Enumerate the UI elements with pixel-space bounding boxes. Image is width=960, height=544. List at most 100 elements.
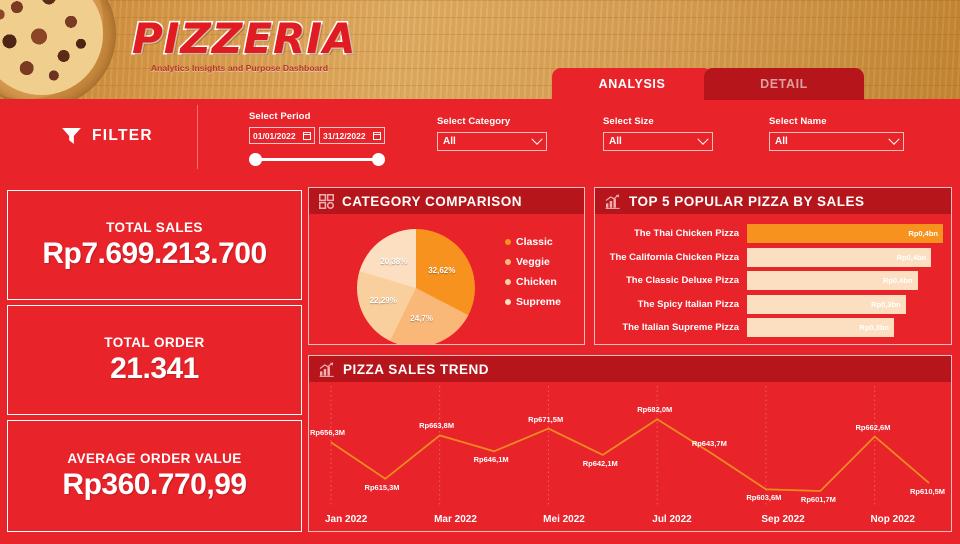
filter-section-label: FILTER bbox=[62, 127, 153, 145]
bar-row[interactable]: The California Chicken Pizza Rp0,4bn bbox=[595, 247, 943, 267]
slider-track bbox=[249, 158, 385, 161]
filter-title: FILTER bbox=[92, 127, 153, 144]
pie-label-chicken: 22,29% bbox=[369, 296, 397, 306]
trend-value-label: Rp671,5M bbox=[528, 414, 564, 424]
bar-value-label: Rp0,4bn bbox=[896, 252, 927, 262]
trend-value-label: Rp615,3M bbox=[364, 482, 400, 492]
slider-handle-start[interactable] bbox=[249, 153, 262, 166]
select-size-group: Select Size All bbox=[603, 116, 713, 151]
bar-row[interactable]: The Italian Supreme Pizza Rp0,3bn bbox=[595, 318, 943, 337]
bar-row[interactable]: The Classic Deluxe Pizza Rp0,4bn bbox=[595, 271, 943, 290]
trend-axis-label: Mar 2022 bbox=[434, 514, 477, 525]
bar-value-label: Rp0,3bn bbox=[859, 323, 889, 332]
calendar-icon[interactable] bbox=[303, 131, 311, 140]
select-name-group: Select Name All bbox=[769, 116, 904, 151]
kpi-average-order-value[interactable]: AVERAGE ORDER VALUE Rp360.770,99 bbox=[7, 420, 302, 532]
bar-category-label: The Italian Supreme Pizza bbox=[622, 322, 739, 333]
bar-category-label: The Spicy Italian Pizza bbox=[637, 298, 739, 310]
bar-row[interactable]: The Thai Chicken Pizza Rp0,4bn bbox=[595, 224, 943, 243]
chevron-down-icon bbox=[531, 133, 543, 145]
pie-chart[interactable] bbox=[357, 229, 475, 344]
trend-value-label: Rp642,1M bbox=[582, 458, 618, 468]
pie-chart-body: 32,62% 24,7% 22,29% 20,38% Classic Veggi… bbox=[309, 214, 584, 344]
bar-category-label: The California Chicken Pizza bbox=[609, 251, 739, 263]
panel-category-comparison: CATEGORY COMPARISON 32,62% 24,7% 22,29% … bbox=[308, 187, 585, 345]
legend-label: Chicken bbox=[516, 276, 557, 288]
logo-title: PIZZERIA bbox=[131, 14, 357, 63]
trend-axis-label: Jan 2022 bbox=[325, 514, 368, 525]
calendar-icon[interactable] bbox=[373, 131, 381, 140]
period-range-slider[interactable] bbox=[249, 153, 385, 166]
select-category-group: Select Category All bbox=[437, 116, 547, 151]
legend-label: Classic bbox=[516, 236, 553, 248]
chevron-down-icon bbox=[697, 133, 709, 145]
name-dropdown[interactable]: All bbox=[769, 132, 904, 151]
trend-value-label: Rp643,7M bbox=[691, 439, 727, 449]
bar-chart-body: The Thai Chicken Pizza Rp0,4bn The Calif… bbox=[595, 214, 951, 344]
panel-title: PIZZA SALES TREND bbox=[343, 361, 490, 377]
bar-value-label: Rp0,4bn bbox=[882, 276, 913, 285]
select-category-label: Select Category bbox=[437, 116, 511, 127]
trend-axis-label: Nop 2022 bbox=[870, 514, 915, 525]
trend-axis-label: Sep 2022 bbox=[761, 514, 805, 525]
trend-axis-label: Jul 2022 bbox=[652, 514, 692, 525]
bar-category-label: The Thai Chicken Pizza bbox=[633, 228, 739, 239]
size-dropdown[interactable]: All bbox=[603, 132, 713, 151]
legend-item[interactable]: Veggie bbox=[505, 256, 561, 268]
trend-value-label: Rp601,7M bbox=[800, 495, 836, 504]
kpi-total-sales[interactable]: TOTAL SALES Rp7.699.213.700 bbox=[7, 190, 302, 300]
kpi-value: 21.341 bbox=[110, 351, 199, 385]
select-size-label: Select Size bbox=[603, 116, 654, 127]
bar-chart-growth-icon bbox=[605, 193, 620, 209]
trend-value-label: Rp656,3M bbox=[310, 428, 346, 438]
legend-swatch-chicken bbox=[505, 279, 511, 285]
bar-fill: Rp0,4bn bbox=[747, 247, 932, 267]
kpi-caption: TOTAL ORDER bbox=[104, 334, 205, 350]
legend-item[interactable]: Chicken bbox=[505, 276, 561, 288]
bar-fill: Rp0,3bn bbox=[747, 294, 906, 314]
kpi-caption: AVERAGE ORDER VALUE bbox=[67, 450, 242, 466]
slider-handle-end[interactable] bbox=[372, 153, 385, 166]
chevron-down-icon bbox=[888, 133, 900, 145]
trend-value-label: Rp610,5M bbox=[910, 487, 946, 497]
select-period-label: Select Period bbox=[249, 111, 311, 122]
end-date-input[interactable]: 31/12/2022 bbox=[319, 127, 385, 144]
legend-label: Supreme bbox=[516, 296, 561, 308]
brand-logo: PIZZERIA Analytics Insights and Purpose … bbox=[131, 14, 357, 73]
size-value: All bbox=[609, 136, 622, 147]
legend-item[interactable]: Supreme bbox=[505, 296, 561, 308]
category-dropdown[interactable]: All bbox=[437, 132, 547, 151]
kpi-value: Rp360.770,99 bbox=[62, 467, 247, 501]
legend-swatch-veggie bbox=[505, 259, 511, 265]
grid-squares-icon bbox=[319, 193, 334, 209]
legend-swatch-classic bbox=[505, 239, 511, 245]
line-chart-growth-icon bbox=[319, 361, 334, 377]
panel-sales-trend: PIZZA SALES TREND Rp656,3M Rp615,3M Rp663,… bbox=[308, 355, 952, 532]
line-chart-body[interactable]: Rp656,3M Rp615,3M Rp663,8M Rp646,1M Rp671,5M… bbox=[309, 382, 951, 531]
kpi-total-order[interactable]: TOTAL ORDER 21.341 bbox=[7, 305, 302, 415]
tab-analysis[interactable]: ANALYSIS bbox=[552, 68, 712, 100]
select-period-group: Select Period 01/01/2022 31/12/2022 bbox=[249, 111, 385, 166]
trend-value-label: Rp646,1M bbox=[473, 455, 509, 465]
legend-swatch-supreme bbox=[505, 299, 511, 305]
select-name-label: Select Name bbox=[769, 116, 827, 127]
logo-tagline: Analytics Insights and Purpose Dashboard bbox=[150, 63, 329, 73]
bar-fill: Rp0,4bn bbox=[747, 271, 918, 290]
start-date-value: 01/01/2022 bbox=[253, 130, 296, 141]
start-date-input[interactable]: 01/01/2022 bbox=[249, 127, 315, 144]
bar-value-label: Rp0,3bn bbox=[871, 299, 901, 309]
bar-fill: Rp0,3bn bbox=[747, 318, 894, 337]
tab-detail[interactable]: DETAIL bbox=[704, 68, 864, 100]
pie-label-classic: 32,62% bbox=[428, 265, 456, 275]
panel-title: TOP 5 POPULAR PIZZA BY SALES bbox=[629, 193, 865, 209]
pie-legend: Classic Veggie Chicken Supreme bbox=[505, 236, 561, 316]
bar-value-label: Rp0,4bn bbox=[908, 229, 938, 238]
bar-row[interactable]: The Spicy Italian Pizza Rp0,3bn bbox=[595, 294, 943, 314]
trend-value-label: Rp603,6M bbox=[746, 493, 782, 503]
legend-item[interactable]: Classic bbox=[505, 236, 561, 248]
bar-category-label: The Classic Deluxe Pizza bbox=[626, 275, 739, 286]
trend-value-label: Rp662,6M bbox=[855, 422, 891, 432]
funnel-icon bbox=[62, 128, 81, 144]
legend-label: Veggie bbox=[516, 256, 550, 268]
end-date-value: 31/12/2022 bbox=[323, 130, 366, 141]
